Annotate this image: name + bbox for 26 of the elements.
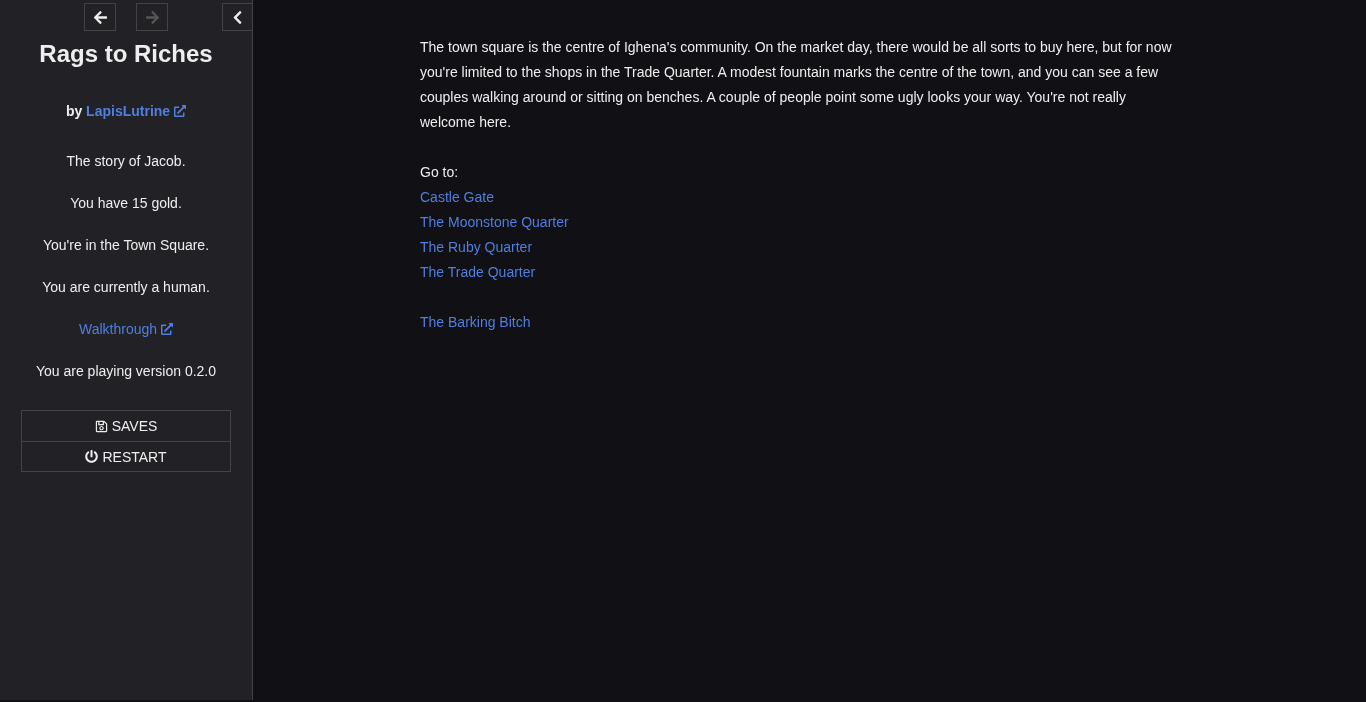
destination-link[interactable]: The Ruby Quarter bbox=[420, 235, 533, 260]
destination-link[interactable]: The Moonstone Quarter bbox=[420, 210, 569, 235]
chevron-left-icon bbox=[231, 9, 244, 25]
story-caption-text: You are currently a human. bbox=[42, 278, 210, 297]
story-caption-text: You're in the Town Square. bbox=[42, 236, 210, 255]
power-icon bbox=[85, 450, 99, 463]
external-link-icon bbox=[174, 105, 187, 117]
restart-button[interactable]: RESTART bbox=[22, 441, 230, 471]
passage-text: The town square is the centre of Ighena's community. On the market day, there would be all sorts to buy here, but for now you're limited to the shops in the Trade Quarter. A modest fountain marks the centre of the town, and you can see a few couples walking around or sitting on benches. A couple of people point some ugly looks your way. You're not really welcome here. bbox=[420, 38, 1173, 132]
story-title: Rags to Riches bbox=[39, 40, 213, 68]
arrow-right-icon bbox=[144, 9, 160, 25]
story-caption-text: You are playing version 0.2.0 bbox=[35, 362, 217, 381]
go-to-label: Go to: bbox=[420, 163, 459, 182]
collapse-sidebar-button[interactable] bbox=[222, 3, 252, 31]
author-byline: by LapisLutrine bbox=[65, 101, 187, 121]
author-link[interactable]: LapisLutrine bbox=[86, 103, 187, 119]
saves-button[interactable]: SAVES bbox=[22, 411, 230, 441]
walkthrough-link[interactable]: Walkthrough bbox=[78, 319, 174, 339]
location-link[interactable]: The Barking Bitch bbox=[420, 310, 531, 335]
destination-link[interactable]: Castle Gate bbox=[420, 185, 494, 210]
story-caption-text: You have 15 gold. bbox=[70, 194, 182, 213]
destination-link[interactable]: The Trade Quarter bbox=[420, 260, 536, 285]
back-button[interactable] bbox=[84, 3, 116, 31]
external-link-icon bbox=[161, 323, 174, 335]
story-caption-text: The story of Jacob. bbox=[66, 152, 186, 171]
arrow-left-icon bbox=[92, 9, 108, 25]
